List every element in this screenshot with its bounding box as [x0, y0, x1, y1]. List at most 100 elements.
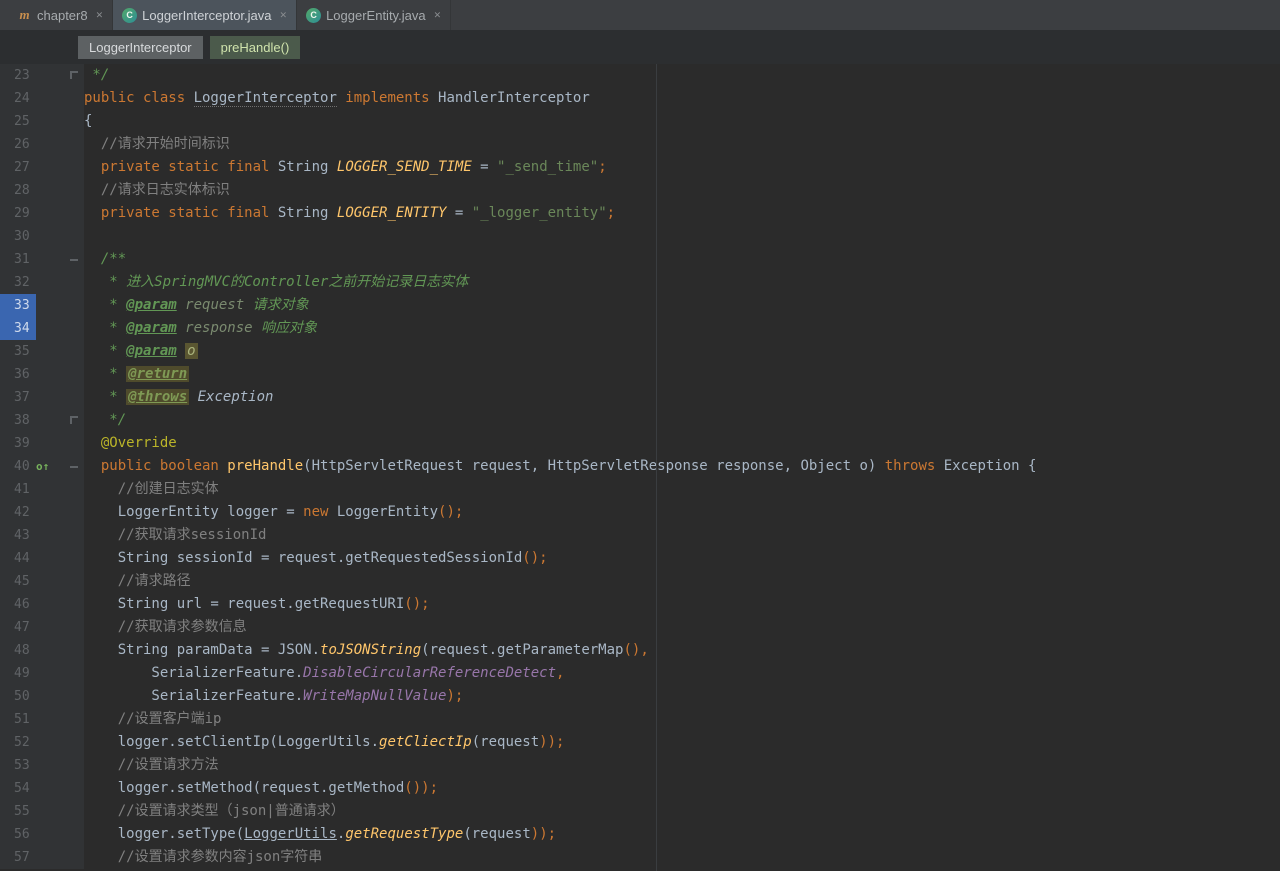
code-line[interactable]: 27 private static final String LOGGER_SE… — [0, 156, 1280, 179]
code-line[interactable]: 36 * @return — [0, 363, 1280, 386]
line-number[interactable]: 32 — [0, 271, 36, 294]
editor-tab-LoggerEntity.java[interactable]: C LoggerEntity.java ✕ — [297, 0, 452, 30]
line-number[interactable]: 50 — [0, 685, 36, 708]
code-line[interactable]: 26 //请求开始时间标识 — [0, 133, 1280, 156]
line-number[interactable]: 48 — [0, 639, 36, 662]
line-number[interactable]: 51 — [0, 708, 36, 731]
line-number[interactable]: 57 — [0, 846, 36, 869]
code-line[interactable]: 48 String paramData = JSON.toJSONString(… — [0, 639, 1280, 662]
code-text: * @return — [84, 363, 190, 386]
editor-tab-LoggerInterceptor.java[interactable]: C LoggerInterceptor.java ✕ — [113, 0, 298, 30]
line-number[interactable]: 35 — [0, 340, 36, 363]
code-line[interactable]: 34 * @param response 响应对象 — [0, 317, 1280, 340]
code-token: "_logger_entity" — [471, 205, 607, 221]
code-line[interactable]: 24 public class LoggerInterceptor impleme… — [0, 87, 1280, 110]
line-number[interactable]: 31 — [0, 248, 36, 271]
override-method-icon[interactable]: o↑ — [36, 455, 49, 478]
breadcrumb-class[interactable]: LoggerInterceptor — [78, 35, 203, 59]
code-text: //设置客户端ip — [84, 708, 222, 731]
code-token: String sessionId = request.getRequestedS… — [84, 550, 523, 566]
code-line[interactable]: 51 //设置客户端ip — [0, 708, 1280, 731]
code-line[interactable]: 42 LoggerEntity logger = new LoggerEntit… — [0, 501, 1280, 524]
code-line[interactable]: 46 String url = request.getRequestURI(); — [0, 593, 1280, 616]
fold-start-icon[interactable] — [70, 259, 78, 267]
line-number[interactable]: 53 — [0, 754, 36, 777]
gutter: 35 — [0, 340, 84, 363]
line-number[interactable]: 43 — [0, 524, 36, 547]
code-line[interactable]: 29 private static final String LOGGER_EN… — [0, 202, 1280, 225]
code-line[interactable]: 33 * @param request 请求对象 — [0, 294, 1280, 317]
close-tab-icon[interactable]: ✕ — [280, 10, 288, 21]
fold-start-icon[interactable] — [70, 466, 78, 474]
code-line[interactable]: 45 //请求路径 — [0, 570, 1280, 593]
fold-end-icon[interactable] — [70, 416, 78, 424]
code-line[interactable]: 23 */ — [0, 64, 1280, 87]
line-number[interactable]: 46 — [0, 593, 36, 616]
code-line[interactable]: 41 //创建日志实体 — [0, 478, 1280, 501]
line-number[interactable]: 55 — [0, 800, 36, 823]
editor[interactable]: 23 */24 public class LoggerInterceptor im… — [0, 64, 1280, 871]
line-number[interactable]: 25 — [0, 110, 36, 133]
line-number[interactable]: 41 — [0, 478, 36, 501]
breadcrumb-method[interactable]: preHandle() — [209, 35, 301, 59]
code-token: )); — [539, 734, 565, 750]
code-line[interactable]: 52 logger.setClientIp(LoggerUtils.getCli… — [0, 731, 1280, 754]
line-number[interactable]: 27 — [0, 156, 36, 179]
line-number[interactable]: 24 — [0, 87, 36, 110]
gutter: 27 — [0, 156, 84, 179]
code-line[interactable]: 43 //获取请求sessionId — [0, 524, 1280, 547]
code-line[interactable]: 47 //获取请求参数信息 — [0, 616, 1280, 639]
line-number[interactable]: 54 — [0, 777, 36, 800]
code-line[interactable]: 37 * @throws Exception — [0, 386, 1280, 409]
line-number[interactable]: 38 — [0, 409, 36, 432]
line-number[interactable]: 49 — [0, 662, 36, 685]
line-number[interactable]: 56 — [0, 823, 36, 846]
code-line[interactable]: 28 //请求日志实体标识 — [0, 179, 1280, 202]
line-number[interactable]: 44 — [0, 547, 36, 570]
code-line[interactable]: 54 logger.setMethod(request.getMethod())… — [0, 777, 1280, 800]
code-line[interactable]: 38 */ — [0, 409, 1280, 432]
line-number[interactable]: 23 — [0, 64, 36, 87]
code-text: //创建日志实体 — [84, 478, 219, 501]
code-line[interactable]: 49 SerializerFeature.DisableCircularRefe… — [0, 662, 1280, 685]
code-line[interactable]: 31 /** — [0, 248, 1280, 271]
code-line[interactable]: 44 String sessionId = request.getRequest… — [0, 547, 1280, 570]
code-line[interactable]: 57 //设置请求参数内容json字符串 — [0, 846, 1280, 869]
code-token: * 进入SpringMVC的Controller之前开始记录日志实体 — [84, 274, 469, 290]
code-line[interactable]: 50 SerializerFeature.WriteMapNullValue); — [0, 685, 1280, 708]
line-number[interactable]: 39 — [0, 432, 36, 455]
line-number[interactable]: 42 — [0, 501, 36, 524]
fold-end-icon[interactable] — [70, 71, 78, 79]
code-line[interactable]: 30 — [0, 225, 1280, 248]
gutter: 50 — [0, 685, 84, 708]
line-number[interactable]: 28 — [0, 179, 36, 202]
code-line[interactable]: 32 * 进入SpringMVC的Controller之前开始记录日志实体 — [0, 271, 1280, 294]
code-line[interactable]: 39 @Override — [0, 432, 1280, 455]
close-tab-icon[interactable]: ✕ — [434, 10, 442, 21]
code-line[interactable]: 56 logger.setType(LoggerUtils.getRequest… — [0, 823, 1280, 846]
code-text: * 进入SpringMVC的Controller之前开始记录日志实体 — [84, 271, 468, 294]
code-text: LoggerEntity logger = new LoggerEntity()… — [84, 501, 464, 524]
line-number[interactable]: 26 — [0, 133, 36, 156]
line-number[interactable]: 40 — [0, 455, 36, 478]
close-tab-icon[interactable]: ✕ — [96, 10, 104, 21]
line-number[interactable]: 37 — [0, 386, 36, 409]
line-number[interactable]: 45 — [0, 570, 36, 593]
code-line[interactable]: 55 //设置请求类型（json|普通请求） — [0, 800, 1280, 823]
code-line[interactable]: 25 { — [0, 110, 1280, 133]
code-line[interactable]: 35 * @param o — [0, 340, 1280, 363]
editor-tab-chapter8[interactable]: m chapter8 ✕ — [8, 0, 114, 30]
code-token: getCliectIp — [379, 734, 472, 750]
code-text: * @param response 响应对象 — [84, 317, 317, 340]
code-line[interactable]: 53 //设置请求方法 — [0, 754, 1280, 777]
line-number-bookmark[interactable]: 34 — [0, 317, 36, 340]
line-number[interactable]: 47 — [0, 616, 36, 639]
line-number[interactable]: 29 — [0, 202, 36, 225]
line-number-bookmark[interactable]: 33 — [0, 294, 36, 317]
line-number[interactable]: 52 — [0, 731, 36, 754]
gutter: 38 — [0, 409, 84, 432]
code-line[interactable]: 40 o↑ public boolean preHandle(HttpServle… — [0, 455, 1280, 478]
gutter: 45 — [0, 570, 84, 593]
line-number[interactable]: 30 — [0, 225, 36, 248]
line-number[interactable]: 36 — [0, 363, 36, 386]
